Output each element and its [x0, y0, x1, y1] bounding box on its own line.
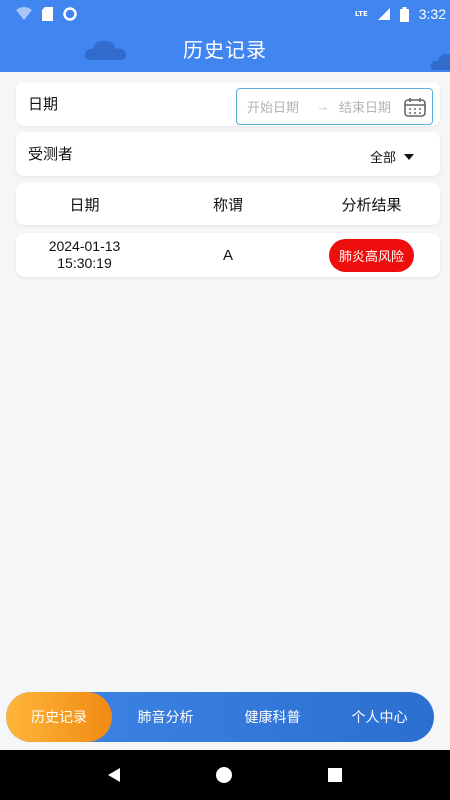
row-date-cell: 2024-01-13 15:30:19 — [16, 238, 153, 272]
calendar-icon[interactable] — [404, 97, 426, 117]
tab-history[interactable]: 历史记录 — [6, 692, 112, 742]
tab-profile[interactable]: 个人中心 — [326, 692, 433, 742]
status-left-icons — [16, 7, 77, 21]
row-name: A — [222, 246, 233, 264]
tab-lung-sound-analysis[interactable]: 肺音分析 — [112, 692, 219, 742]
date-range-picker[interactable]: 开始日期 → 结束日期 — [236, 88, 433, 125]
status-right-icons: LTE 3:32 — [355, 6, 446, 22]
home-icon[interactable] — [216, 767, 232, 783]
risk-result-badge[interactable]: 肺炎高风险 — [328, 238, 414, 272]
table-header: 日期 称谓 分析结果 — [16, 183, 440, 225]
status-bar: LTE 3:32 — [0, 0, 450, 28]
signal-icon — [377, 8, 390, 20]
back-icon[interactable] — [108, 768, 120, 782]
row-date: 2024-01-13 — [48, 238, 121, 254]
status-time: 3:32 — [418, 6, 446, 22]
end-date-input[interactable]: 结束日期 — [339, 97, 401, 116]
battery-icon — [399, 6, 409, 22]
row-time: 15:30:19 — [57, 255, 112, 271]
page-title: 历史记录 — [183, 38, 267, 62]
column-header-date: 日期 — [69, 195, 100, 214]
subject-filter-row: 受测者 全部 — [16, 132, 440, 176]
app-header: LTE 3:32 历史记录 — [0, 0, 450, 72]
subject-dropdown-value: 全部 — [369, 151, 396, 166]
circle-app-icon — [63, 7, 77, 21]
tab-health-education[interactable]: 健康科普 — [219, 692, 326, 742]
sim-card-icon — [42, 7, 53, 21]
bottom-tab-bar: 历史记录 肺音分析 健康科普 个人中心 — [6, 692, 434, 742]
column-header-name: 称谓 — [212, 195, 243, 214]
recent-apps-icon[interactable] — [328, 768, 342, 782]
date-filter-row: 日期 开始日期 → 结束日期 — [16, 82, 440, 126]
network-type-label: LTE — [354, 9, 368, 18]
table-row[interactable]: 2024-01-13 15:30:19 A 肺炎高风险 — [16, 233, 440, 277]
column-header-result: 分析结果 — [341, 195, 402, 214]
range-arrow-icon: → — [316, 99, 330, 114]
subject-filter-label: 受测者 — [28, 145, 74, 163]
start-date-input[interactable]: 开始日期 — [247, 97, 307, 116]
caret-down-icon — [404, 153, 414, 160]
row-result-cell: 肺炎高风险 — [303, 238, 440, 272]
wifi-icon — [16, 7, 32, 20]
subject-dropdown[interactable]: 全部 — [370, 147, 414, 166]
system-navigation-bar — [0, 750, 450, 800]
date-filter-label: 日期 — [28, 95, 59, 113]
